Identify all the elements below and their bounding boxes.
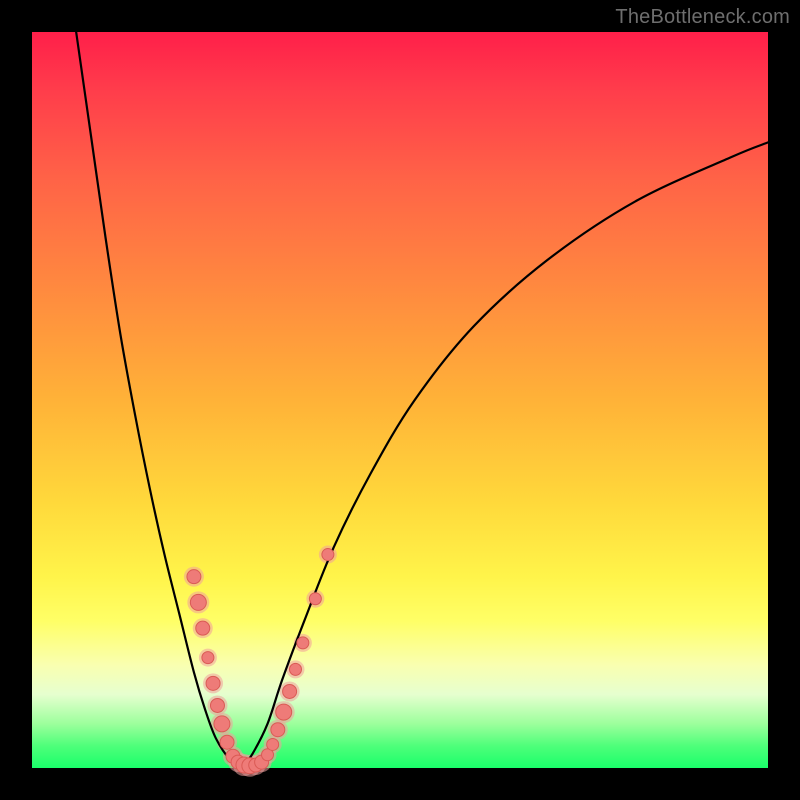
- data-point: [196, 621, 210, 635]
- data-point: [202, 652, 214, 664]
- right-curve: [242, 142, 768, 768]
- chart-frame: TheBottleneck.com: [0, 0, 800, 800]
- watermark-text: TheBottleneck.com: [615, 6, 790, 29]
- data-point: [206, 676, 220, 690]
- plot-area: [32, 32, 768, 768]
- data-point: [271, 723, 285, 737]
- data-point: [190, 594, 206, 610]
- data-point: [322, 549, 334, 561]
- data-point: [309, 593, 321, 605]
- data-point: [214, 716, 230, 732]
- left-curve: [76, 32, 242, 768]
- data-point: [220, 735, 234, 749]
- data-point: [187, 570, 201, 584]
- data-point: [276, 704, 292, 720]
- data-point: [210, 698, 224, 712]
- chart-svg: [32, 32, 768, 768]
- data-point: [297, 637, 309, 649]
- data-point: [267, 738, 279, 750]
- data-point: [283, 684, 297, 698]
- data-point: [289, 663, 301, 675]
